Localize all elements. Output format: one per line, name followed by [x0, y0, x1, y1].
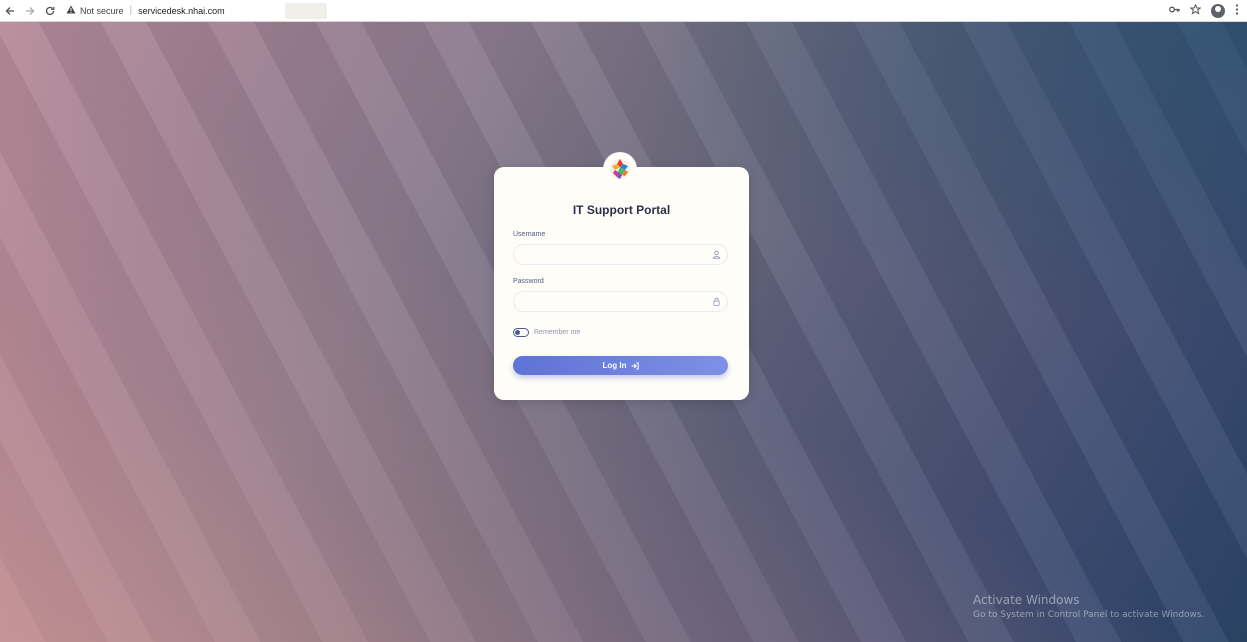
- url-text: servicedesk.nhai.com: [138, 5, 225, 16]
- login-card: IT Support Portal Username Password Reme…: [494, 167, 749, 400]
- browser-toolbar: Not secure | servicedesk.nhai.com: [0, 0, 1247, 22]
- reload-icon: [45, 6, 55, 15]
- username-field[interactable]: [513, 244, 728, 265]
- warning-icon: [66, 5, 76, 17]
- login-button[interactable]: Log In: [513, 356, 728, 375]
- remember-me-row: Remember me: [513, 328, 580, 337]
- activate-windows-watermark: Activate Windows Go to System in Control…: [973, 593, 1204, 620]
- remember-me-toggle[interactable]: [513, 328, 529, 337]
- arrow-right-icon: [26, 6, 35, 15]
- profile-icon[interactable]: [1211, 4, 1225, 18]
- watermark-subtitle: Go to System in Control Panel to activat…: [973, 610, 1205, 620]
- login-button-label: Log In: [602, 361, 627, 370]
- url-separator: |: [129, 5, 133, 16]
- forward-button[interactable]: [20, 1, 40, 21]
- password-label: Password: [513, 278, 544, 285]
- security-label: Not secure: [80, 5, 124, 16]
- username-label: Username: [513, 231, 546, 238]
- page-title: IT Support Portal: [572, 203, 671, 217]
- sign-in-icon: [631, 361, 639, 370]
- browser-right-tools: [1169, 0, 1239, 22]
- remember-me-label: Remember me: [534, 329, 581, 336]
- address-bar[interactable]: Not secure | servicedesk.nhai.com: [66, 2, 327, 19]
- menu-dots-icon[interactable]: [1235, 4, 1239, 18]
- lock-icon: [713, 297, 720, 306]
- globe-logo-icon: [610, 159, 630, 179]
- portal-logo: [603, 152, 637, 186]
- watermark-title: Activate Windows: [973, 593, 1080, 607]
- arrow-left-icon: [5, 6, 14, 15]
- key-icon[interactable]: [1169, 5, 1180, 17]
- reload-button[interactable]: [40, 1, 60, 21]
- back-button[interactable]: [0, 1, 20, 21]
- password-field[interactable]: [513, 291, 728, 312]
- star-icon[interactable]: [1189, 3, 1202, 18]
- redacted-region: [284, 2, 327, 19]
- user-icon: [712, 250, 721, 259]
